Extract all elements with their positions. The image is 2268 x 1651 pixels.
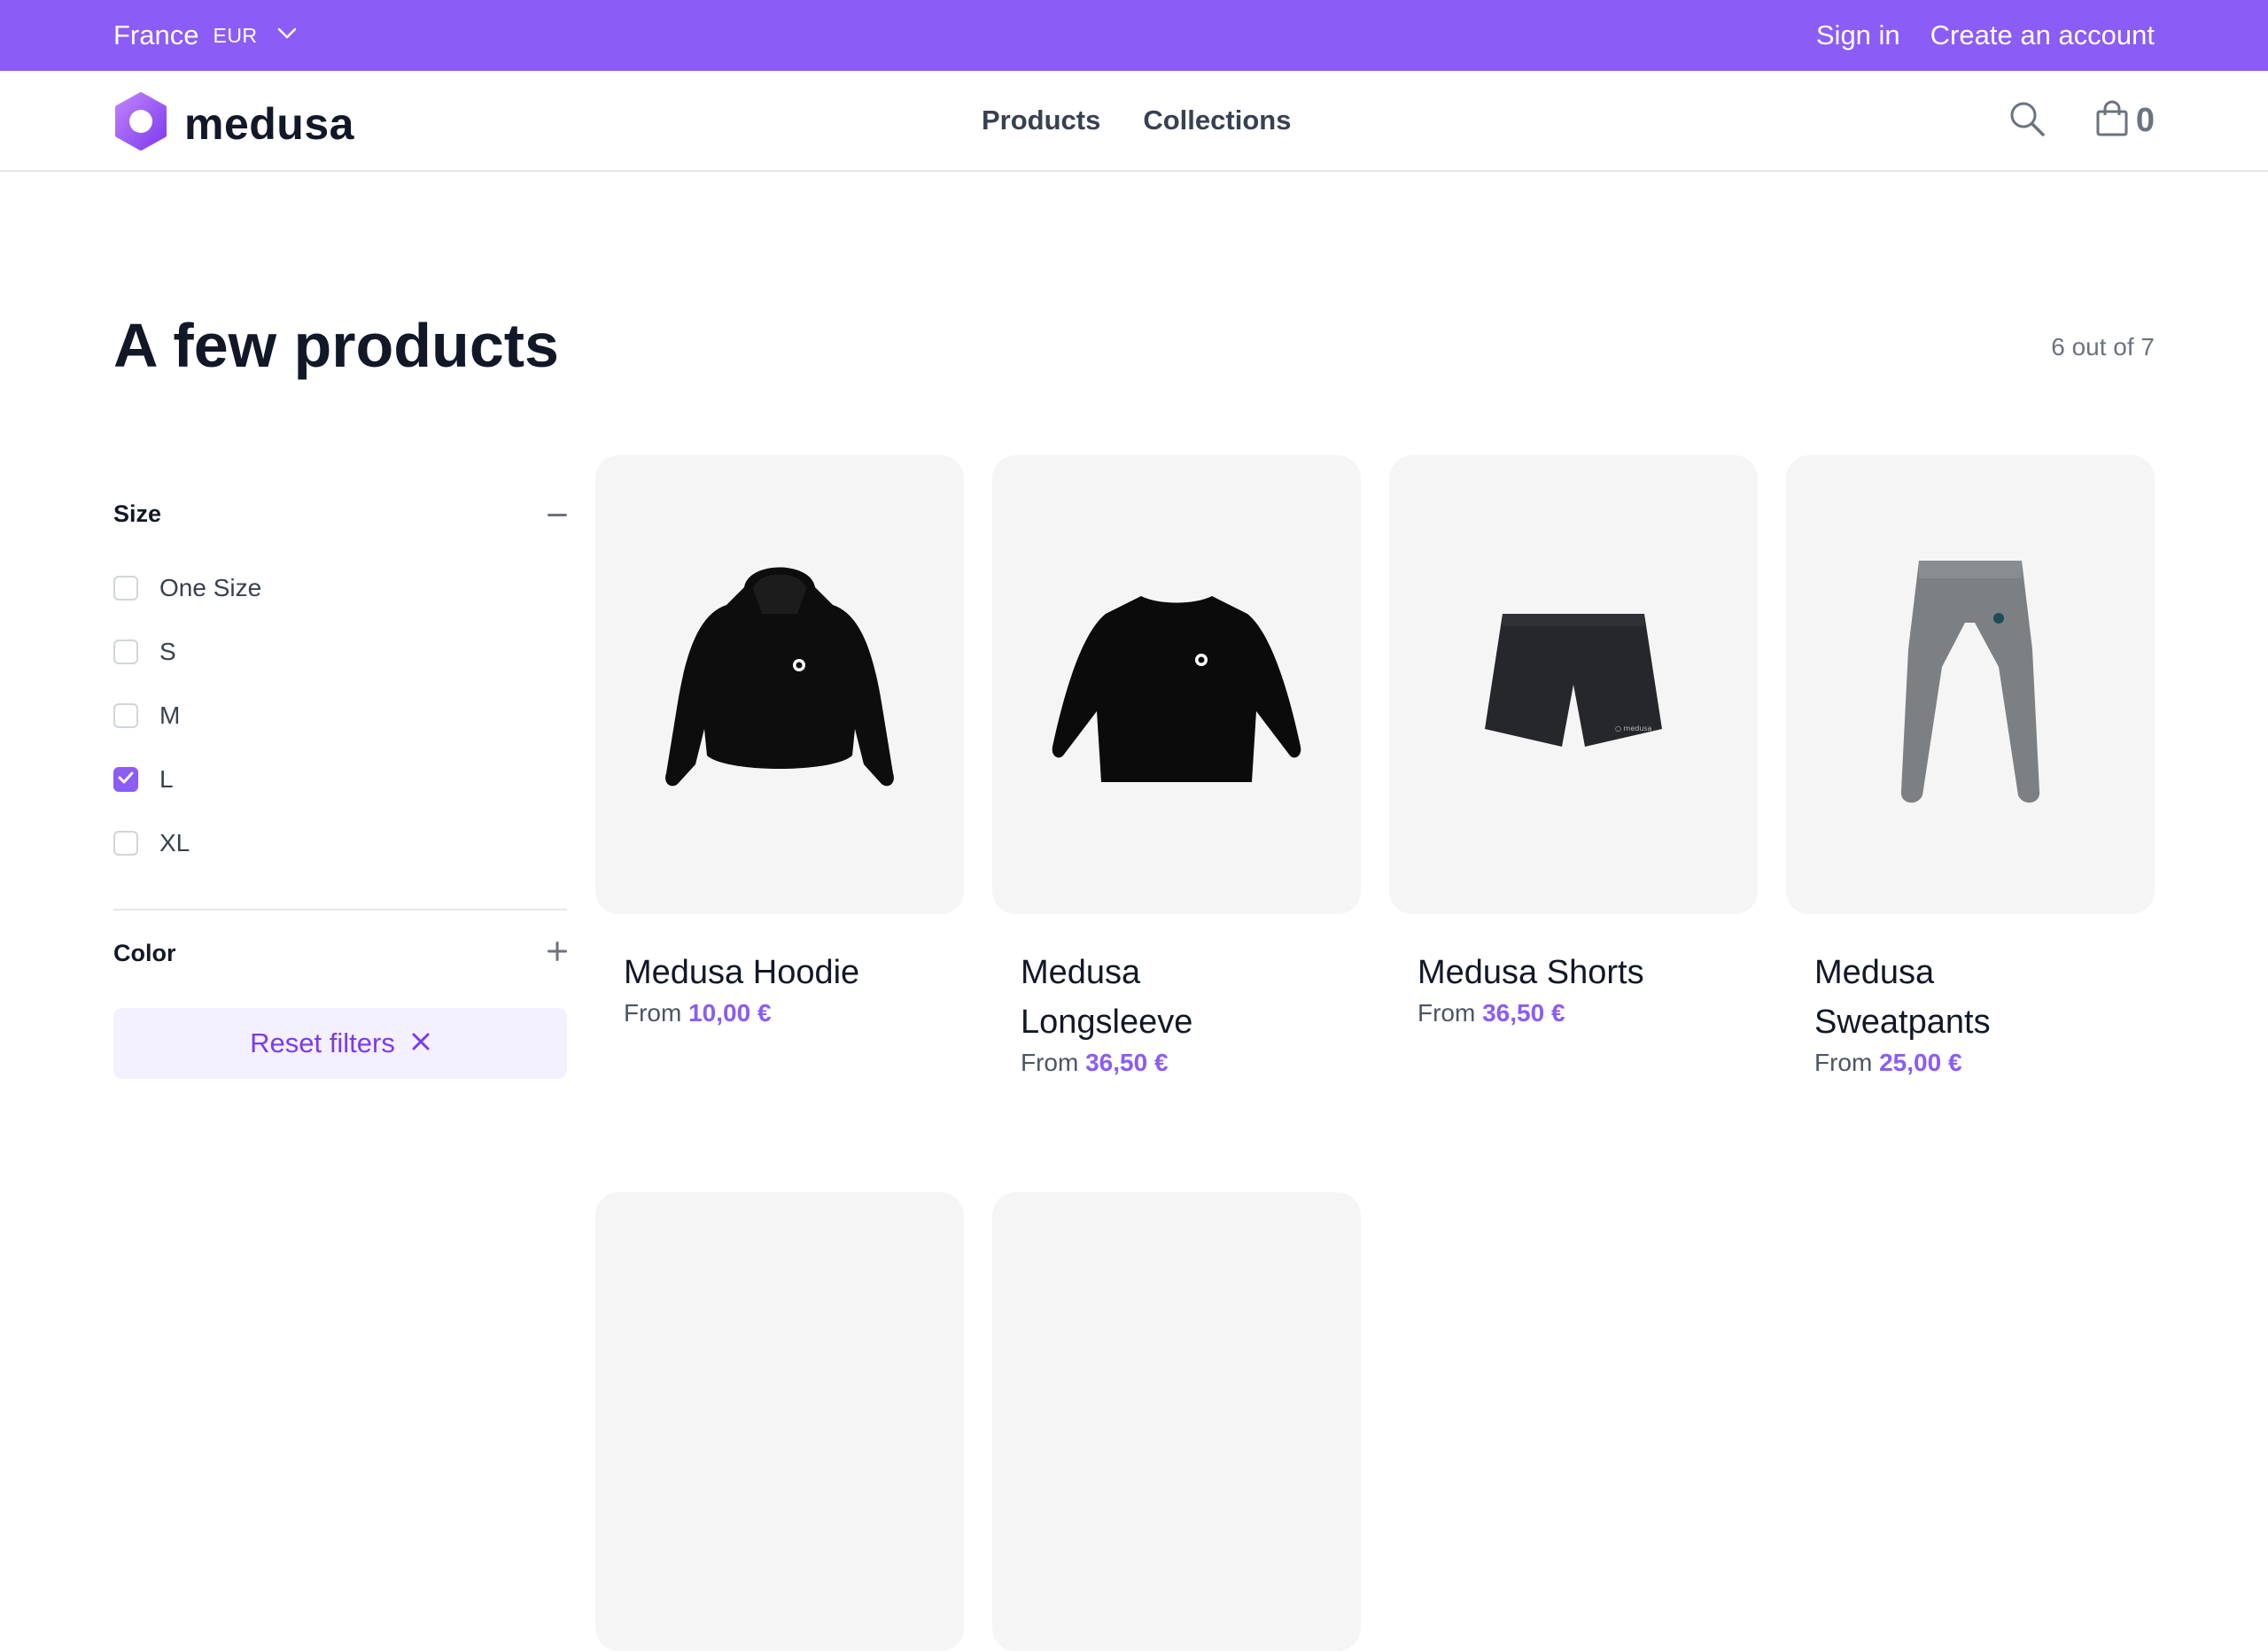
sign-in-link[interactable]: Sign in: [1816, 19, 1900, 51]
product-price: From 36,50 €: [1418, 999, 1758, 1027]
reset-filters-button[interactable]: Reset filters: [113, 1008, 567, 1079]
nav-actions: 0: [2008, 71, 2155, 170]
size-option-xl[interactable]: XL: [113, 811, 567, 875]
size-option-m[interactable]: M: [113, 684, 567, 748]
logo-text: medusa: [184, 98, 354, 149]
search-icon[interactable]: [2008, 100, 2046, 142]
reset-filters-label: Reset filters: [250, 1027, 395, 1058]
checkbox[interactable]: [113, 576, 138, 601]
filter-divider: [113, 909, 567, 911]
product-card-shorts[interactable]: ○ medusa Medusa Shorts From 36,50 €: [1389, 455, 1758, 1027]
product-thumbnail[interactable]: [595, 455, 964, 914]
product-name: Medusa Shorts: [1418, 954, 1644, 991]
size-option-label: XL: [159, 829, 190, 857]
price-prefix: From: [1814, 1049, 1873, 1076]
size-options: One Size S M L XL: [113, 549, 567, 893]
price-prefix: From: [624, 999, 682, 1027]
color-filter-header[interactable]: Color: [113, 918, 567, 988]
size-filter-title: Size: [113, 500, 162, 527]
product-price: From 36,50 €: [1021, 1049, 1361, 1077]
product-thumbnail[interactable]: [992, 1192, 1361, 1651]
product-card-5[interactable]: [595, 1192, 964, 1651]
logo[interactable]: medusa: [113, 92, 354, 155]
price-prefix: From: [1021, 1049, 1079, 1076]
size-option-label: M: [159, 701, 181, 729]
shopping-bag-icon: [2095, 100, 2129, 142]
nav-link-products[interactable]: Products: [982, 105, 1100, 136]
size-option-label: L: [159, 765, 174, 793]
auth-links: Sign in Create an account: [1816, 0, 2155, 71]
checkbox[interactable]: [113, 703, 138, 728]
checkbox-checked[interactable]: [113, 767, 138, 792]
checkbox[interactable]: [113, 831, 138, 856]
product-card-longsleeve[interactable]: Medusa Longsleeve From 36,50 €: [992, 455, 1361, 1077]
collapse-minus-icon: [548, 506, 567, 522]
nav-menu: Products Collections: [982, 71, 1291, 170]
checkbox[interactable]: [113, 639, 138, 664]
product-thumbnail[interactable]: [1786, 455, 2155, 914]
main-nav: medusa Products Collections 0: [0, 71, 2268, 172]
region-country: France: [113, 19, 199, 50]
size-option-label: S: [159, 638, 176, 665]
chevron-down-icon: [272, 27, 297, 44]
product-thumbnail[interactable]: [992, 455, 1361, 914]
color-filter-title: Color: [113, 939, 176, 966]
page-title: A few products: [113, 311, 559, 380]
nav-link-collections[interactable]: Collections: [1143, 105, 1291, 136]
checkmark-icon: [118, 771, 134, 788]
sweatpants-image: [1900, 561, 2040, 803]
product-name: Medusa Sweatpants: [1814, 954, 1991, 1041]
region-currency: EUR: [213, 23, 258, 47]
expand-plus-icon: [548, 941, 567, 965]
region-selector[interactable]: France EUR: [113, 0, 297, 71]
product-thumbnail[interactable]: [595, 1192, 964, 1651]
product-count: 6 out of 7: [2051, 333, 2155, 360]
filter-sidebar: Size One Size S M L XL Color Reset filte…: [113, 478, 567, 1079]
shorts-print-text: ○ medusa: [1615, 725, 1652, 732]
product-price: From 25,00 €: [1814, 1049, 2155, 1077]
close-icon: [411, 1032, 431, 1056]
price-amount: 10,00 €: [688, 999, 772, 1027]
product-thumbnail[interactable]: ○ medusa: [1389, 455, 1758, 914]
product-card-sweatpants[interactable]: Medusa Sweatpants From 25,00 €: [1786, 455, 2155, 1077]
create-account-link[interactable]: Create an account: [1930, 19, 2155, 51]
announcement-bar: France EUR Sign in Create an account: [0, 0, 2268, 71]
size-option-s[interactable]: S: [113, 620, 567, 684]
longsleeve-image: [1052, 596, 1301, 782]
size-filter-header[interactable]: Size: [113, 478, 567, 549]
price-prefix: From: [1418, 999, 1476, 1027]
size-option-one-size[interactable]: One Size: [113, 556, 567, 620]
price-amount: 25,00 €: [1879, 1049, 1962, 1076]
product-name: Medusa Hoodie: [624, 954, 860, 991]
cart-button[interactable]: 0: [2095, 100, 2155, 142]
product-card-6[interactable]: [992, 1192, 1361, 1651]
price-amount: 36,50 €: [1482, 999, 1565, 1027]
cart-count: 0: [2135, 101, 2155, 139]
medusa-logo-icon: [113, 92, 168, 155]
product-price: From 10,00 €: [624, 999, 964, 1027]
size-option-l[interactable]: L: [113, 748, 567, 811]
size-option-label: One Size: [159, 574, 262, 601]
product-card-hoodie[interactable]: Medusa Hoodie From 10,00 €: [595, 455, 964, 1027]
hoodie-image: [665, 567, 894, 787]
product-name: Medusa Longsleeve: [1021, 954, 1193, 1041]
shorts-image: ○ medusa: [1485, 614, 1662, 747]
price-amount: 36,50 €: [1085, 1049, 1169, 1076]
